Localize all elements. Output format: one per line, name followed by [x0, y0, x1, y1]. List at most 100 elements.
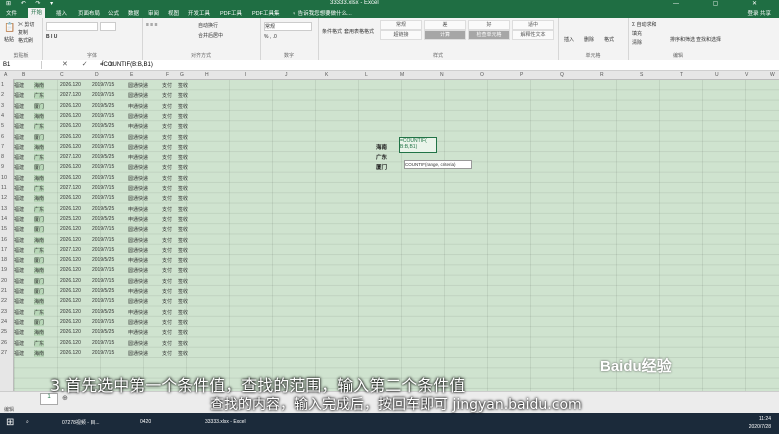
- table-cell[interactable]: 广东: [34, 185, 45, 192]
- table-cell[interactable]: 圆通快递: [128, 340, 148, 347]
- table-cell[interactable]: 2019/7/15: [92, 298, 114, 304]
- table-cell[interactable]: 圆通快递: [128, 144, 148, 151]
- tab-formulas[interactable]: 公式: [108, 9, 119, 17]
- table-cell[interactable]: 2026.120: [60, 206, 81, 212]
- table-cell[interactable]: 2019/7/15: [92, 237, 114, 243]
- label-xiamen[interactable]: 厦门: [376, 163, 387, 171]
- table-cell[interactable]: 福建: [14, 340, 24, 347]
- table-cell[interactable]: 2026.120: [60, 329, 81, 335]
- table-cell[interactable]: 福建: [14, 267, 24, 274]
- table-cell[interactable]: 2026.120: [60, 288, 81, 294]
- row-number[interactable]: 23: [1, 309, 7, 315]
- table-cell[interactable]: 圆通快递: [128, 319, 148, 326]
- font-name-select[interactable]: [46, 22, 98, 31]
- table-cell[interactable]: 签收: [178, 206, 188, 213]
- column-header[interactable]: J: [285, 71, 288, 79]
- table-cell[interactable]: 厦门: [34, 215, 45, 223]
- table-cell[interactable]: 广东: [34, 246, 45, 254]
- style-neutral[interactable]: 适中: [512, 20, 554, 30]
- table-cell[interactable]: 2026.120: [60, 82, 81, 88]
- table-cell[interactable]: 支付: [162, 278, 172, 285]
- table-cell[interactable]: 支付: [162, 185, 172, 192]
- table-cell[interactable]: 2019/7/15: [92, 134, 114, 140]
- table-cell[interactable]: 签收: [178, 82, 188, 89]
- table-cell[interactable]: 2019/7/15: [92, 144, 114, 150]
- table-cell[interactable]: 签收: [178, 340, 188, 347]
- table-cell[interactable]: 福建: [14, 206, 24, 213]
- tab-review[interactable]: 审阅: [148, 9, 159, 17]
- style-bad[interactable]: 差: [424, 20, 466, 30]
- column-header[interactable]: C: [60, 71, 64, 79]
- table-cell[interactable]: 2026.120: [60, 144, 81, 150]
- column-header[interactable]: O: [480, 71, 484, 79]
- table-cell[interactable]: 海南: [34, 143, 45, 151]
- style-good[interactable]: 好: [468, 20, 510, 30]
- table-cell[interactable]: 支付: [162, 113, 172, 120]
- table-cell[interactable]: 广东: [34, 92, 45, 100]
- table-cell[interactable]: 福建: [14, 309, 24, 316]
- table-cell[interactable]: 支付: [162, 103, 172, 110]
- table-cell[interactable]: 福建: [14, 103, 24, 110]
- merge-center-button[interactable]: 合并后居中: [198, 32, 223, 39]
- table-cell[interactable]: 申通快递: [128, 329, 148, 336]
- table-cell[interactable]: 签收: [178, 195, 188, 202]
- paste-button[interactable]: 粘贴: [4, 36, 14, 43]
- tab-page-layout[interactable]: 页面布局: [78, 9, 100, 17]
- column-header[interactable]: N: [440, 71, 444, 79]
- table-cell[interactable]: 支付: [162, 154, 172, 161]
- table-cell[interactable]: 支付: [162, 226, 172, 233]
- insert-cells-button[interactable]: 插入: [564, 36, 574, 43]
- label-hainan[interactable]: 海南: [376, 143, 387, 151]
- table-cell[interactable]: 厦门: [34, 133, 45, 141]
- worksheet-grid[interactable]: [0, 71, 779, 391]
- table-cell[interactable]: 2026.120: [60, 319, 81, 325]
- table-cell[interactable]: 圆通快递: [128, 237, 148, 244]
- tab-developer[interactable]: 开发工具: [188, 9, 210, 17]
- table-cell[interactable]: 支付: [162, 164, 172, 171]
- table-cell[interactable]: 2026.120: [60, 195, 81, 201]
- table-cell[interactable]: 2026.120: [60, 123, 81, 129]
- paste-icon[interactable]: 📋: [4, 22, 15, 33]
- table-cell[interactable]: 申通快递: [128, 309, 148, 316]
- table-cell[interactable]: 签收: [178, 164, 188, 171]
- table-cell[interactable]: 支付: [162, 350, 172, 357]
- windows-start-icon[interactable]: ⊞: [6, 417, 18, 429]
- table-cell[interactable]: 2026.120: [60, 257, 81, 263]
- table-cell[interactable]: 签收: [178, 92, 188, 99]
- row-number[interactable]: 7: [1, 144, 4, 150]
- table-cell[interactable]: 支付: [162, 92, 172, 99]
- table-cell[interactable]: 福建: [14, 226, 24, 233]
- tab-pdf-toolset[interactable]: PDF工具集: [252, 9, 280, 17]
- table-cell[interactable]: 2019/7/15: [92, 278, 114, 284]
- style-normal[interactable]: 常规: [380, 20, 422, 30]
- table-cell[interactable]: 2019/7/15: [92, 340, 114, 346]
- table-cell[interactable]: 福建: [14, 123, 24, 130]
- table-cell[interactable]: 支付: [162, 288, 172, 295]
- table-cell[interactable]: 2019/5/25: [92, 103, 114, 109]
- table-cell[interactable]: 签收: [178, 226, 188, 233]
- table-cell[interactable]: 福建: [14, 257, 24, 264]
- style-explanatory[interactable]: 解释性文本: [512, 30, 554, 40]
- row-number[interactable]: 11: [1, 185, 7, 191]
- search-icon[interactable]: ⌕: [26, 419, 29, 425]
- row-number[interactable]: 24: [1, 319, 7, 325]
- fill-button[interactable]: 填充: [632, 30, 642, 37]
- column-header[interactable]: U: [715, 71, 719, 79]
- row-number[interactable]: 27: [1, 350, 7, 356]
- row-number[interactable]: 15: [1, 226, 7, 232]
- table-cell[interactable]: 2027.120: [60, 154, 81, 160]
- taskbar-item-0420[interactable]: 0420: [140, 419, 151, 425]
- format-as-table-button[interactable]: 套用表格格式: [344, 28, 374, 35]
- table-cell[interactable]: 支付: [162, 237, 172, 244]
- table-cell[interactable]: 福建: [14, 185, 24, 192]
- table-cell[interactable]: 福建: [14, 247, 24, 254]
- column-header[interactable]: B: [22, 71, 25, 79]
- table-cell[interactable]: 圆通快递: [128, 298, 148, 305]
- table-cell[interactable]: 2026.120: [60, 175, 81, 181]
- row-number[interactable]: 4: [1, 113, 4, 119]
- table-cell[interactable]: 福建: [14, 154, 24, 161]
- tell-me-search[interactable]: ♀ 告诉我您想要做什么...: [292, 9, 352, 17]
- table-cell[interactable]: 签收: [178, 113, 188, 120]
- column-header[interactable]: D: [95, 71, 99, 79]
- table-cell[interactable]: 签收: [178, 237, 188, 244]
